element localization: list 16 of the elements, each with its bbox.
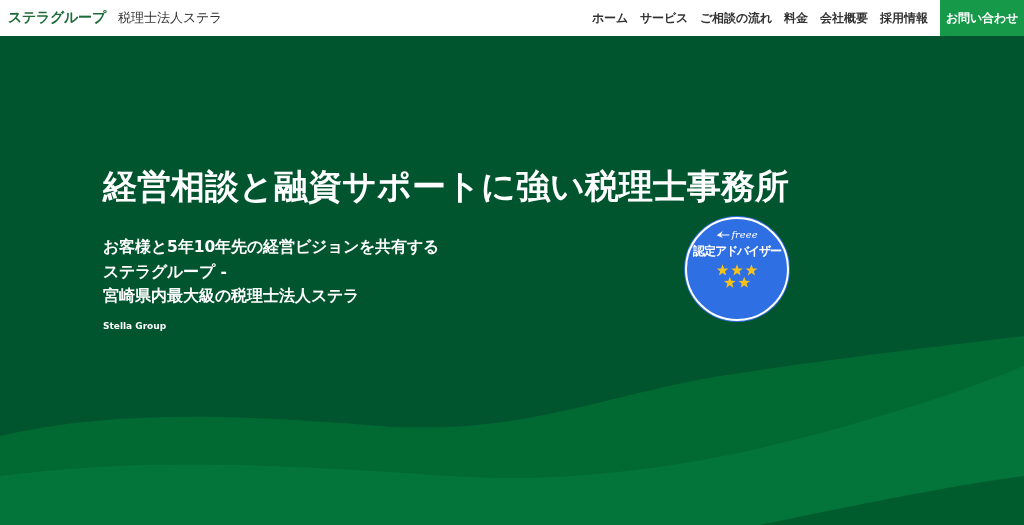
nav-link[interactable]: ご相談の流れ xyxy=(694,0,778,36)
nav-link[interactable]: 採用情報 xyxy=(874,0,934,36)
hero-caption: Stella Group xyxy=(103,320,168,331)
nav-link[interactable]: 会社概要 xyxy=(814,0,874,36)
hero-heading: 経営相談と融資サポートに強い税理士事務所 xyxy=(103,165,790,208)
badge-label: 認定アドバイザー xyxy=(693,243,781,260)
stars-icon xyxy=(715,264,759,290)
site-logo[interactable]: ステラグループ xyxy=(8,9,106,27)
nav-link[interactable]: 料金 xyxy=(778,0,814,36)
nav-link[interactable]: ホーム xyxy=(586,0,634,36)
bird-icon xyxy=(716,230,731,239)
badge-brand: freee xyxy=(731,229,758,240)
company-name: 税理士法人ステラ xyxy=(118,9,222,27)
nav-link[interactable]: サービス xyxy=(634,0,694,36)
contact-button[interactable]: お問い合わせ xyxy=(940,0,1024,36)
hero-subtitle: お客様と5年10年先の経営ビジョンを共有する ステラグループ - 宮崎県内最大級の税理士法人ステラ xyxy=(103,237,441,307)
